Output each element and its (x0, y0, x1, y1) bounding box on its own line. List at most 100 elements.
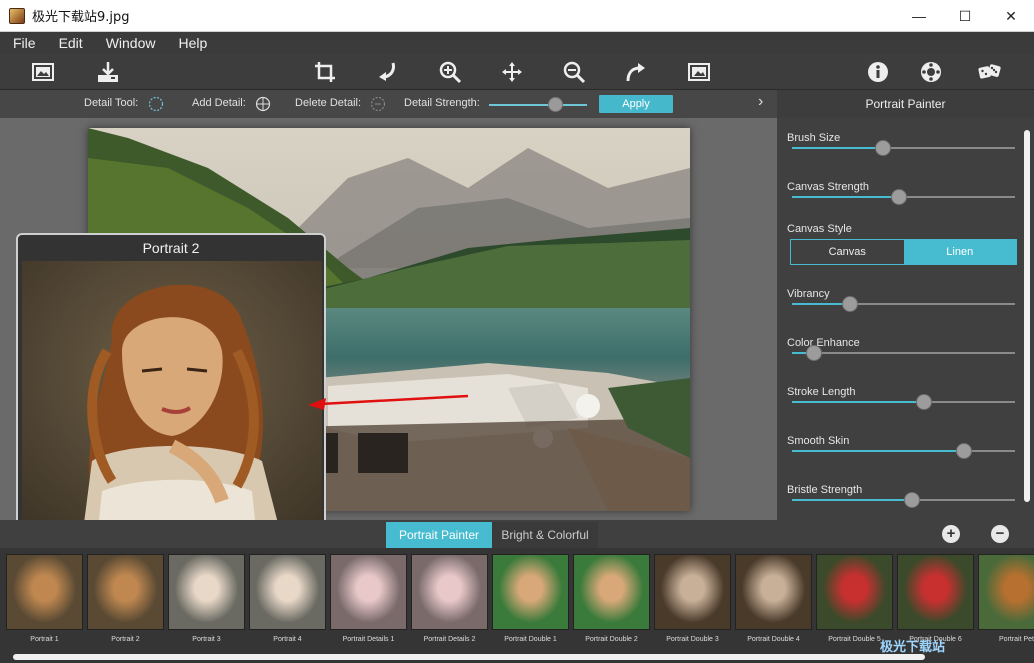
preset-thumbnail (897, 554, 974, 630)
tab-portrait-painter[interactable]: Portrait Painter (386, 522, 492, 548)
panel-scrollbar[interactable] (1024, 130, 1030, 502)
info-button[interactable] (864, 58, 892, 86)
preset-label: Portrait Details 2 (423, 636, 476, 643)
preset-item[interactable]: Portrait 4 (249, 554, 326, 650)
undo-icon (379, 62, 395, 81)
preset-item[interactable]: Portrait Double 2 (573, 554, 650, 650)
panel-toggle-chevron-icon[interactable]: › (758, 93, 763, 111)
preset-thumbnail (6, 554, 83, 630)
pan-button[interactable] (498, 58, 526, 86)
preset-thumbnail (816, 554, 893, 630)
detail-tool-icon[interactable] (148, 96, 164, 112)
preset-item[interactable]: Portrait Double 4 (735, 554, 812, 650)
param-slider[interactable] (792, 394, 1015, 410)
preset-item[interactable]: Portrait 1 (6, 554, 83, 650)
crop-icon (315, 62, 335, 82)
info-icon (868, 62, 888, 82)
preset-item[interactable]: Portrait Double 1 (492, 554, 569, 650)
undo-button[interactable] (373, 58, 401, 86)
random-button[interactable] (976, 58, 1004, 86)
app-icon (9, 7, 25, 24)
param-slider[interactable] (792, 492, 1015, 508)
menu-help[interactable]: Help (178, 35, 207, 51)
preset-thumbnail (249, 554, 326, 630)
param-slider-knob[interactable] (806, 345, 823, 361)
crop-button[interactable] (311, 58, 339, 86)
preview-title: Portrait 2 (142, 240, 200, 256)
toolbar (0, 54, 1034, 90)
window-title: 极光下载站9.jpg (32, 10, 130, 25)
maximize-button[interactable]: ☐ (942, 0, 988, 32)
menu-edit[interactable]: Edit (59, 35, 83, 51)
watermark-text: 极光下载站 (880, 639, 946, 654)
preset-thumbnail (411, 554, 488, 630)
redo-button[interactable] (622, 58, 650, 86)
delete-detail-label: Delete Detail: (295, 97, 362, 109)
preset-thumbnail (330, 554, 407, 630)
preset-item[interactable]: Portrait 2 (87, 554, 164, 650)
param-label: Canvas Strength (787, 181, 869, 193)
tab-bright-colorful[interactable]: Bright & Colorful (492, 522, 598, 548)
open-image-button[interactable] (29, 58, 57, 86)
canvas-style-label: Canvas Style (787, 223, 852, 235)
minimize-button[interactable]: — (896, 0, 942, 32)
detail-strength-slider[interactable] (489, 104, 587, 106)
param-slider-knob[interactable] (841, 296, 858, 312)
portrait-painting (22, 261, 322, 539)
preset-label: Portrait Double 2 (585, 636, 638, 643)
add-detail-icon[interactable] (255, 96, 271, 112)
preset-item[interactable]: Portrait Details 2 (411, 554, 488, 650)
settings-button[interactable] (917, 58, 945, 86)
canvas-style-canvas[interactable]: Canvas (791, 240, 904, 264)
param-slider-fill (792, 147, 884, 149)
param-slider-knob[interactable] (955, 443, 972, 459)
param-slider[interactable] (792, 443, 1015, 459)
close-button[interactable]: ✕ (988, 0, 1034, 32)
preset-label: Portrait 4 (273, 636, 302, 643)
preset-thumbnail (168, 554, 245, 630)
zoom-in-button[interactable] (436, 58, 464, 86)
param-label: Bristle Strength (787, 484, 863, 496)
preset-label: Portrait 3 (192, 636, 221, 643)
param-label: Stroke Length (787, 386, 856, 398)
param-label: Smooth Skin (787, 435, 850, 447)
menu-window[interactable]: Window (106, 35, 156, 51)
param-slider-knob[interactable] (904, 492, 921, 508)
preset-item[interactable]: Portrait Details 1 (330, 554, 407, 650)
zoom-out-button[interactable] (560, 58, 588, 86)
title-bar: 极光下载站9.jpg — ☐ ✕ (0, 0, 1034, 32)
preset-item[interactable]: Portrait Double 3 (654, 554, 731, 650)
remove-preset-button[interactable]: − (991, 525, 1009, 543)
param-slider-knob[interactable] (915, 394, 932, 410)
param-slider-knob[interactable] (875, 140, 892, 156)
param-label: Brush Size (787, 132, 841, 144)
param-slider[interactable] (792, 345, 1015, 361)
preset-item[interactable]: Portrait 3 (168, 554, 245, 650)
param-slider[interactable] (792, 140, 1015, 156)
zoom-in-icon (439, 61, 462, 84)
param-slider[interactable] (792, 189, 1015, 205)
preset-label: Portrait Double 3 (666, 636, 719, 643)
preset-thumbnail (573, 554, 650, 630)
preset-label: Portrait Double 1 (504, 636, 557, 643)
preset-item[interactable]: Portrait Pet (978, 554, 1034, 650)
pan-icon (502, 62, 522, 82)
param-slider[interactable] (792, 296, 1015, 312)
param-slider-fill (792, 196, 900, 198)
random-icon (978, 64, 1001, 79)
menu-file[interactable]: File (13, 35, 36, 51)
canvas-style-linen[interactable]: Linen (903, 240, 1016, 264)
delete-detail-icon[interactable] (370, 96, 386, 112)
param-slider-fill (792, 450, 964, 452)
apply-button[interactable]: Apply (599, 95, 673, 113)
preset-thumbnail (978, 554, 1034, 630)
detail-strength-knob[interactable] (547, 97, 563, 112)
detail-bar: Detail Tool: Add Detail: Delete Detail: … (0, 90, 777, 118)
compare-button[interactable] (685, 58, 713, 86)
panel-title: Portrait Painter (777, 90, 1034, 118)
save-button[interactable] (94, 58, 122, 86)
presets-scrollbar[interactable] (13, 654, 925, 660)
param-slider-knob[interactable] (891, 189, 908, 205)
zoom-out-icon (563, 61, 586, 84)
add-preset-button[interactable]: + (942, 525, 960, 543)
